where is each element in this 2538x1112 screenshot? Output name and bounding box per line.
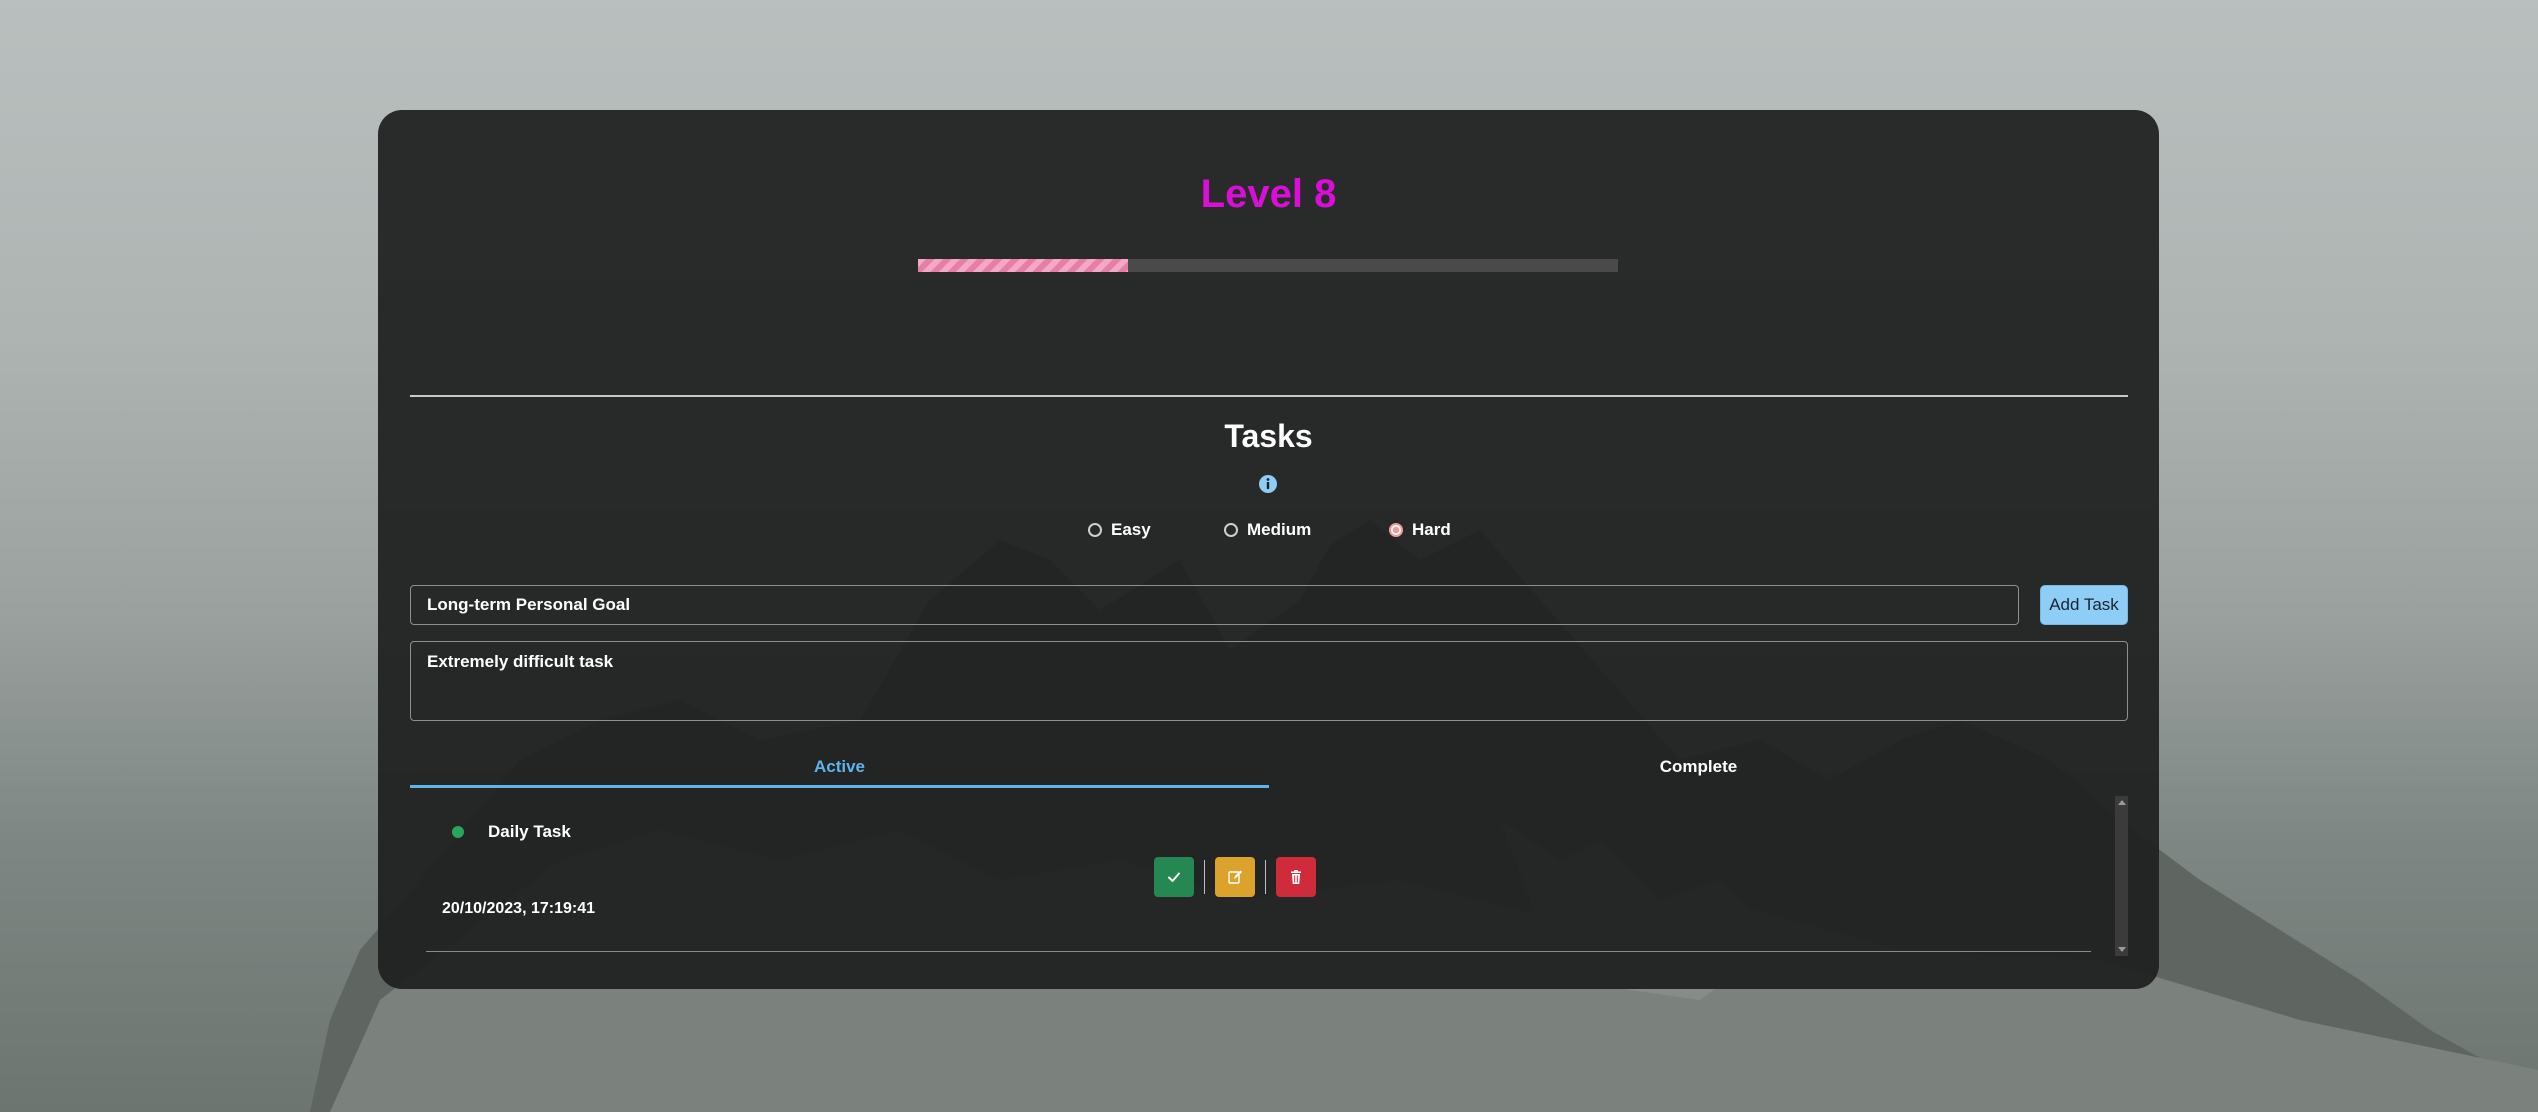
task-description-input[interactable]: Extremely difficult task: [410, 641, 2128, 721]
difficulty-hard-radio[interactable]: Hard: [1389, 520, 1451, 540]
tasks-title: Tasks: [1224, 418, 1313, 454]
radio-selected-icon[interactable]: [1389, 523, 1403, 537]
difficulty-easy-radio[interactable]: Easy: [1088, 520, 1151, 540]
action-separator: [1204, 860, 1205, 894]
task-actions: [1154, 857, 1316, 897]
check-icon: [1168, 872, 1180, 882]
info-icon[interactable]: [1258, 474, 1278, 494]
task-list: Daily Task 20/10/2023, 17:19:41: [410, 796, 2128, 956]
task-name: Daily Task: [488, 822, 571, 841]
difficulty-medium-label: Medium: [1247, 520, 1312, 539]
trash-icon: [1291, 870, 1301, 884]
edit-task-button[interactable]: [1215, 857, 1255, 897]
difficulty-medium-radio[interactable]: Medium: [1224, 520, 1311, 540]
difficulty-hard-label: Hard: [1412, 520, 1451, 539]
tab-complete[interactable]: Complete: [1269, 750, 2128, 788]
action-separator: [1265, 860, 1266, 894]
task-date: 20/10/2023, 17:19:41: [442, 900, 596, 917]
task-tabs: Active Complete: [410, 750, 2128, 788]
tab-active[interactable]: Active: [410, 750, 1269, 788]
section-divider: [410, 395, 2128, 397]
list-item: Daily Task 20/10/2023, 17:19:41: [426, 796, 2091, 952]
scroll-up-icon[interactable]: [2118, 800, 2126, 805]
difficulty-selector: Easy Medium Hard: [378, 520, 2159, 550]
main-panel: Level 8 Tasks Easy Medium Hard Add Task …: [378, 110, 2159, 989]
edit-icon: [1228, 870, 1242, 884]
radio-circle-icon[interactable]: [1224, 523, 1238, 537]
complete-task-button[interactable]: [1154, 857, 1194, 897]
xp-progress-bar: [918, 259, 1618, 272]
difficulty-easy-label: Easy: [1111, 520, 1151, 539]
xp-progress-fill: [918, 259, 1128, 272]
add-task-button[interactable]: Add Task: [2040, 585, 2128, 625]
scroll-down-icon[interactable]: [2118, 947, 2126, 952]
task-name-input[interactable]: [410, 585, 2019, 625]
scrollbar[interactable]: [2115, 796, 2128, 956]
level-title: Level 8: [1200, 172, 1337, 216]
status-dot-icon: [452, 826, 464, 838]
radio-circle-icon[interactable]: [1088, 523, 1102, 537]
delete-task-button[interactable]: [1276, 857, 1316, 897]
